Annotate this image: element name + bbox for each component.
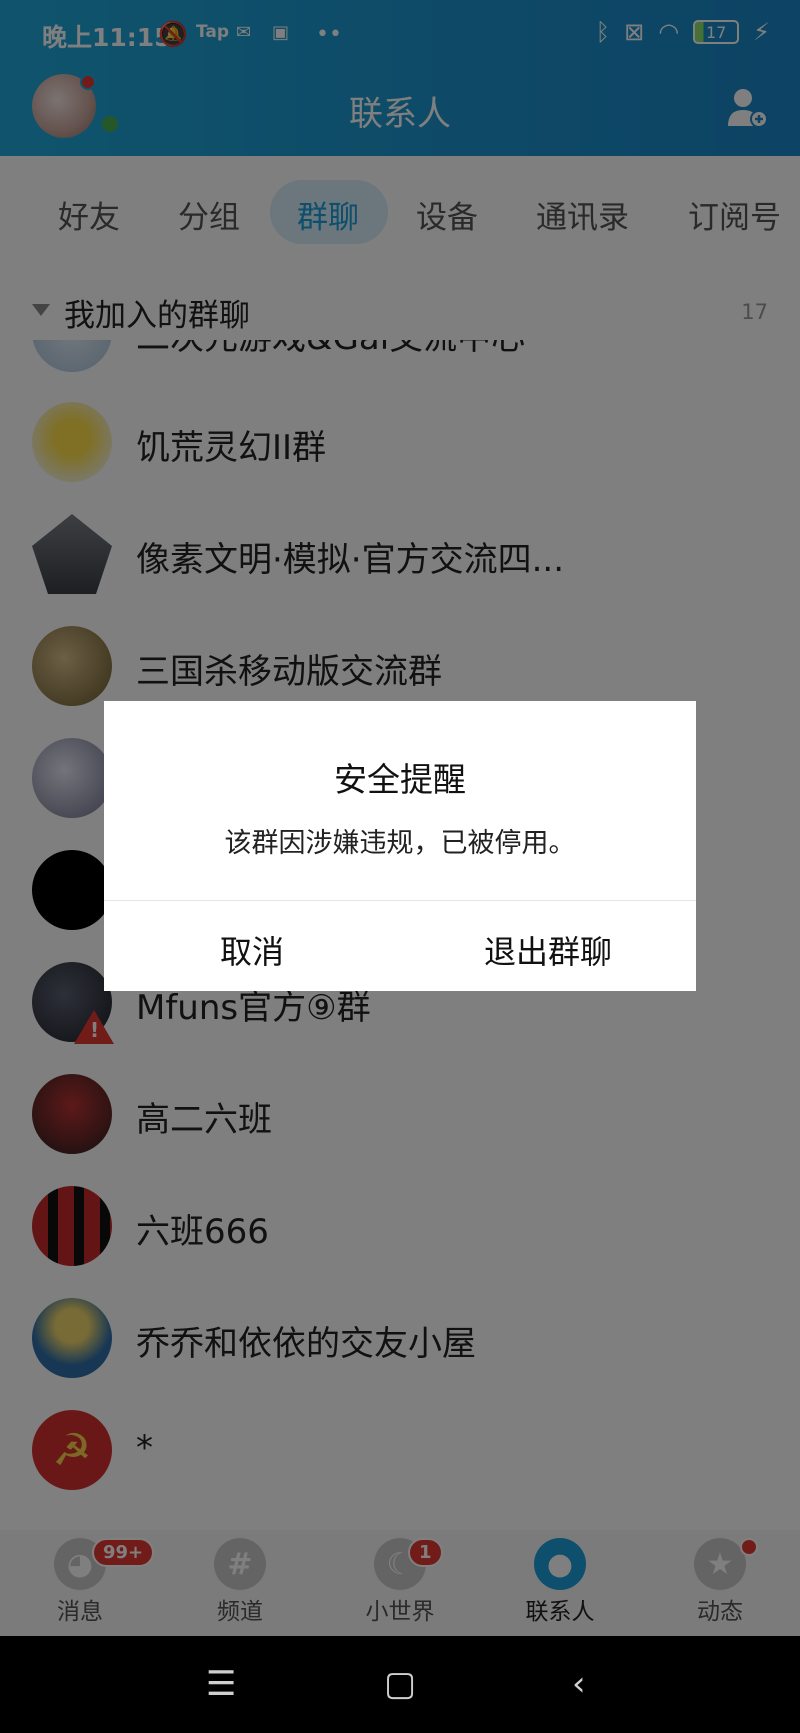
dialog-title: 安全提醒 bbox=[334, 760, 466, 799]
back-icon[interactable]: ‹ bbox=[572, 1664, 586, 1704]
cancel-button[interactable]: 取消 bbox=[104, 927, 400, 973]
divider bbox=[104, 900, 696, 901]
leave-group-button[interactable]: 退出群聊 bbox=[400, 927, 696, 973]
dialog-message: 该群因涉嫌违规，已被停用。 bbox=[224, 828, 576, 859]
system-nav-bar: ☰ ▢ ‹ bbox=[0, 1636, 800, 1733]
home-icon[interactable]: ▢ bbox=[384, 1664, 416, 1704]
security-alert-dialog: 安全提醒 该群因涉嫌违规，已被停用。 取消 退出群聊 bbox=[104, 701, 696, 991]
menu-icon[interactable]: ☰ bbox=[206, 1664, 236, 1704]
